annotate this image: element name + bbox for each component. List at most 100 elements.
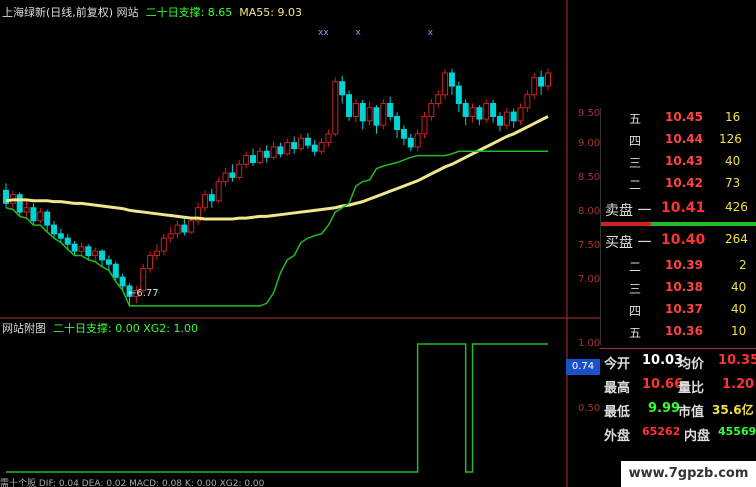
candle-down (538, 76, 545, 87)
low-price-marker: ←6.77 (128, 288, 159, 299)
candle-up (78, 246, 85, 252)
candle-down (249, 155, 256, 164)
candle-up (421, 115, 428, 135)
bid-volume: 264 (725, 232, 748, 246)
ask-price: 10.44 (665, 132, 703, 146)
candle-up (545, 72, 551, 87)
low-label: 最低 (604, 405, 631, 420)
indicator-tick: 1.00 (578, 338, 601, 349)
inner-label: 内盘 (684, 429, 711, 444)
bid-price: 10.38 (665, 280, 703, 294)
candle-up (222, 172, 229, 183)
candle-down (51, 224, 58, 235)
candle-up (37, 211, 44, 222)
candle-up (243, 155, 250, 165)
ask-row-2[interactable]: 二 10.42 73 (601, 174, 756, 195)
candle-down (476, 107, 483, 120)
candle-down (112, 263, 119, 278)
bid-row-3[interactable]: 三 10.38 40 (601, 278, 756, 299)
candle-up (414, 133, 421, 148)
candle-up (298, 137, 305, 150)
ask-bar (601, 222, 651, 226)
indicator-chart[interactable] (0, 320, 600, 487)
outer-label: 外盘 (604, 429, 631, 444)
candle-down (510, 111, 517, 122)
ma55-label: MA55: 9.03 (239, 6, 302, 19)
indicator-label: 二十日支撑: 0.00 XG2: 1.00 (53, 322, 198, 335)
stock-chart-window: { "header": { "title": "上海绿新(日线,前复权) 网站"… (0, 0, 756, 487)
candle-down (373, 107, 380, 126)
candle-up (188, 220, 195, 233)
candle-up (352, 102, 359, 117)
candle-up (201, 194, 208, 209)
candle-down (407, 137, 414, 148)
bid-level-label: 四 (629, 304, 642, 318)
candle-down (71, 243, 78, 252)
chart-header: 上海绿新(日线,前复权) 网站 二十日支撑: 8.65 MA55: 9.03 (2, 6, 302, 20)
bid-volume: 2 (739, 258, 747, 272)
candle-up (531, 76, 538, 96)
support-label: 二十日支撑: 8.65 (145, 6, 233, 19)
bid-row-2[interactable]: 二 10.39 2 (601, 256, 756, 277)
candle-down (387, 102, 394, 117)
ask-volume: 16 (725, 110, 741, 124)
bid-row-5[interactable]: 五 10.36 10 (601, 322, 756, 343)
high-label: 最高 (604, 381, 631, 396)
candle-down (304, 137, 311, 146)
price-tick: 8.00 (578, 206, 601, 217)
ask-price: 10.42 (665, 176, 703, 190)
price-tick: 8.50 (578, 172, 601, 183)
ask-row-4[interactable]: 四 10.44 126 (601, 130, 756, 151)
current-value-badge: 0.74 (566, 359, 600, 375)
price-tick: 7.50 (578, 240, 601, 251)
ask-volume: 40 (725, 154, 741, 168)
ask-volume: 426 (725, 200, 748, 214)
candle-up (435, 94, 442, 104)
candle-down (105, 259, 112, 265)
price-chart[interactable] (0, 0, 600, 320)
open-label: 今开 (604, 357, 631, 372)
candle-up (167, 233, 174, 239)
signal-mark: x (355, 28, 361, 38)
candle-up (332, 81, 339, 135)
candle-up (236, 163, 243, 178)
low-value: 9.99 (648, 401, 681, 416)
price-tick: 9.50 (578, 108, 601, 119)
candle-up (153, 250, 160, 257)
candle-down (119, 276, 126, 287)
candle-up (442, 72, 449, 96)
ask-row-3[interactable]: 三 10.43 40 (601, 152, 756, 173)
bid-row-1[interactable]: 买盘 一 10.40 264 (601, 230, 756, 251)
candle-down (448, 72, 455, 87)
cap-value: 35.6亿 (712, 403, 754, 417)
avg-value: 10.35 (718, 353, 756, 368)
candle-up (23, 207, 30, 213)
candle-up (366, 107, 373, 122)
candle-up (270, 146, 277, 158)
ask-price: 10.41 (661, 200, 706, 216)
ask-row-1[interactable]: 卖盘 一 10.41 426 (601, 198, 756, 219)
candle-up (380, 102, 387, 126)
candle-up (524, 94, 531, 109)
ask-row-5[interactable]: 五 10.45 16 (601, 108, 756, 129)
watermark: www.7gpzb.com (621, 461, 756, 487)
signal-mark: x (427, 28, 434, 38)
candle-down (99, 250, 106, 261)
candle-down (181, 224, 188, 233)
bid-price: 10.39 (665, 258, 703, 272)
bid-bar (651, 222, 756, 226)
candle-down (455, 85, 462, 104)
candle-up (284, 142, 291, 155)
indicator-title: 网站附图 (2, 322, 46, 335)
bid-row-4[interactable]: 四 10.37 40 (601, 300, 756, 321)
candle-up (92, 250, 99, 257)
candle-down (229, 172, 236, 178)
high-value: 10.66 (642, 377, 684, 392)
candle-down (359, 102, 366, 122)
open-value: 10.03 (642, 353, 684, 368)
candle-up (325, 133, 332, 144)
ratio-label: 量比 (678, 381, 705, 396)
order-book: 五 10.45 16 四 10.44 126 三 10.43 40 二 10.4… (600, 108, 756, 345)
candle-up (256, 150, 263, 164)
indicator-footer: 需十个股 DIF: 0.04 DEA: 0.02 MACD: 0.08 K: 0… (0, 479, 265, 487)
